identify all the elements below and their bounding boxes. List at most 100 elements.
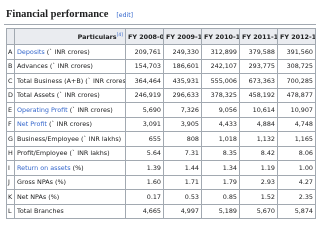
particular-link[interactable]: Operating Profit <box>17 106 68 114</box>
value-cell: 154,703 <box>125 58 164 74</box>
particular-link[interactable]: Return on assets <box>17 164 71 172</box>
particular-label: Advances (` INR crores) <box>17 62 93 71</box>
value-cell: 4.27 <box>277 174 316 190</box>
row-letter: D <box>6 87 15 103</box>
value-cell: 364,464 <box>125 73 164 89</box>
row-letter: J <box>6 174 15 190</box>
value-cell: 4,884 <box>239 116 278 132</box>
value-cell: 3,091 <box>125 116 164 132</box>
table-row: I Return on assets (%) 1.39 1.44 1.34 1.19 1.0… <box>6 160 316 176</box>
row-letter: E <box>6 102 15 118</box>
value-cell: 458,192 <box>239 87 278 103</box>
row-letter: A <box>6 44 15 60</box>
value-cell: 555,006 <box>201 73 240 89</box>
row-letter: H <box>6 145 15 161</box>
value-cell: 249,330 <box>163 44 202 60</box>
value-cell: 5.64 <box>125 145 164 161</box>
row-letter: G <box>6 131 15 147</box>
table-row: H Profit/Employee (` INR lakhs) 5.64 7.31 8.… <box>6 145 316 161</box>
value-cell: 5,874 <box>277 203 316 219</box>
row-particular: Net Profit (` INR crores) <box>14 116 126 132</box>
value-cell: 2.35 <box>277 189 316 205</box>
table-row: B Advances (` INR crores) 154,703 186,601 24… <box>6 58 316 74</box>
particular-label: (` INR crores) <box>46 120 92 129</box>
row-letter: K <box>6 189 15 205</box>
section-title: Financial performance <box>6 9 109 20</box>
row-particular: Business/Employee (` INR lakhs) <box>14 131 126 147</box>
header-particulars: Particulars[4] <box>14 28 126 45</box>
particular-label: (` INR crores) <box>67 105 113 114</box>
financial-performance-section: Financial performance [edit] Particulars… <box>0 0 320 240</box>
value-cell: 246,919 <box>125 87 164 103</box>
header-year[interactable]: FY 2010-11 <box>201 28 240 45</box>
table-row: F Net Profit (` INR crores) 3,091 3,905 4,43… <box>6 116 316 132</box>
value-cell: 186,601 <box>163 58 202 74</box>
particular-link[interactable]: Net Profit <box>17 120 47 128</box>
value-cell: 1.79 <box>201 174 240 190</box>
value-cell: 478,877 <box>277 87 316 103</box>
table-row: L Total Branches 4,665 4,997 5,189 5,670 5,874 <box>6 203 316 219</box>
row-particular: Profit/Employee (` INR lakhs) <box>14 145 126 161</box>
particular-label: (%) <box>70 163 84 172</box>
value-cell: 3,905 <box>163 116 202 132</box>
value-cell: 10,614 <box>239 102 278 118</box>
value-cell: 7.31 <box>163 145 202 161</box>
value-cell: 0.85 <box>201 189 240 205</box>
value-cell: 0.53 <box>163 189 202 205</box>
particular-label: Business/Employee (` INR lakhs) <box>17 134 122 143</box>
value-cell: 378,325 <box>201 87 240 103</box>
row-particular: Total Assets (` INR crores) <box>14 87 126 103</box>
particular-label: Net NPAs (%) <box>17 192 60 201</box>
value-cell: 1.71 <box>163 174 202 190</box>
value-cell: 655 <box>125 131 164 147</box>
value-cell: 1.52 <box>239 189 278 205</box>
particular-label: Profit/Employee (` INR lakhs) <box>17 149 110 158</box>
value-cell: 10,907 <box>277 102 316 118</box>
row-particular: Gross NPAs (%) <box>14 174 126 190</box>
value-cell: 4,748 <box>277 116 316 132</box>
value-cell: 1.39 <box>125 160 164 176</box>
table-row: D Total Assets (` INR crores) 246,919 296,6… <box>6 87 316 103</box>
value-cell: 8.35 <box>201 145 240 161</box>
value-cell: 293,775 <box>239 58 278 74</box>
row-particular: Net NPAs (%) <box>14 189 126 205</box>
row-letter: F <box>6 116 15 132</box>
edit-link[interactable]: [edit] <box>116 12 133 19</box>
value-cell: 5,189 <box>201 203 240 219</box>
table-row: K Net NPAs (%) 0.17 0.53 0.85 1.52 2.35 <box>6 189 316 205</box>
value-cell: 1,165 <box>277 131 316 147</box>
heading-underline <box>4 24 316 25</box>
value-cell: 700,285 <box>277 73 316 89</box>
row-letter: L <box>6 203 15 219</box>
header-year[interactable]: FY 2012-13 <box>277 28 316 45</box>
value-cell: 435,931 <box>163 73 202 89</box>
particular-link[interactable]: Deposits <box>17 48 45 56</box>
footnote-link[interactable]: [4] <box>117 33 123 38</box>
row-particular: Operating Profit (` INR crores) <box>14 102 126 118</box>
particular-label: Total Branches <box>17 207 64 216</box>
value-cell: 209,761 <box>125 44 164 60</box>
value-cell: 7,326 <box>163 102 202 118</box>
value-cell: 1.44 <box>163 160 202 176</box>
value-cell: 4,997 <box>163 203 202 219</box>
table-row: A Deposits (` INR crores) 209,761 249,330 31… <box>6 44 316 60</box>
value-cell: 379,588 <box>239 44 278 60</box>
value-cell: 308,725 <box>277 58 316 74</box>
value-cell: 808 <box>163 131 202 147</box>
value-cell: 1.34 <box>201 160 240 176</box>
value-cell: 4,665 <box>125 203 164 219</box>
value-cell: 9,056 <box>201 102 240 118</box>
row-particular: Deposits (` INR crores) <box>14 44 126 60</box>
particular-label: Total Business (A+B) (` INR crores) <box>17 76 126 85</box>
value-cell: 673,363 <box>239 73 278 89</box>
header-year[interactable]: FY 2008-09 <box>125 28 164 45</box>
header-year[interactable]: FY 2011-12 <box>239 28 278 45</box>
value-cell: 1.00 <box>277 160 316 176</box>
section-heading: Financial performance [edit] <box>6 9 133 23</box>
value-cell: 391,560 <box>277 44 316 60</box>
row-particular: Return on assets (%) <box>14 160 126 176</box>
row-letter: I <box>6 160 15 176</box>
header-year[interactable]: FY 2009-10 <box>163 28 202 45</box>
value-cell: 8.42 <box>239 145 278 161</box>
value-cell: 1.60 <box>125 174 164 190</box>
